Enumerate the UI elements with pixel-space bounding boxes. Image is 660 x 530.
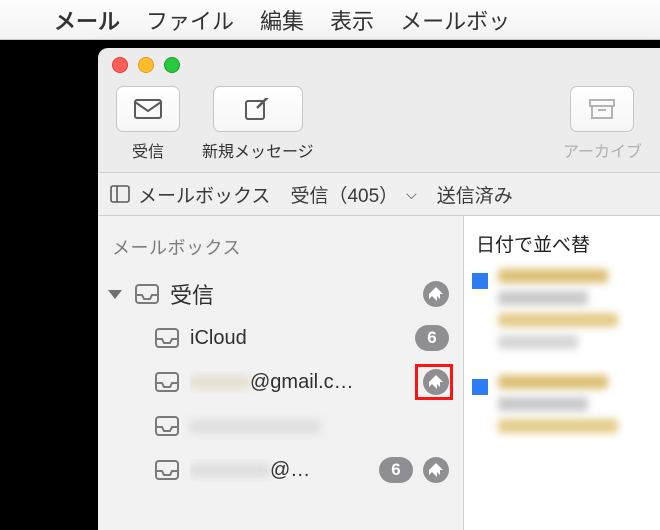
window-minimize-button[interactable]	[138, 57, 154, 73]
sidebar-item-label: xxxxxxxx@…	[190, 459, 369, 482]
sidebar-item-label: xxxxxx@gmail.c…	[190, 371, 413, 394]
inbox-icon	[154, 459, 180, 481]
sidebar-account-gmail[interactable]: xxxxxx@gmail.c…	[98, 360, 463, 404]
favbar-label: 受信（405）	[290, 181, 398, 208]
sidebar-account-icloud[interactable]: iCloud 6	[98, 316, 463, 360]
chevron-down-icon: ⌵	[406, 186, 417, 203]
toolbar-label: 受信	[132, 138, 164, 162]
compose-icon	[243, 98, 273, 120]
unread-dot-icon	[472, 273, 488, 289]
sidebar-item-label: iCloud	[190, 327, 405, 350]
window-close-button[interactable]	[112, 57, 128, 73]
message-row[interactable]	[472, 375, 660, 441]
inbox-icon	[154, 415, 180, 437]
favbar-label: メールボックス	[138, 181, 270, 208]
inbox-icon	[154, 371, 180, 393]
message-preview	[498, 375, 660, 441]
envelope-icon	[133, 98, 163, 120]
sidebar-toggle-icon	[110, 185, 130, 203]
message-list-pane: 日付で並べ替	[464, 216, 660, 530]
toolbar-label: アーカイブ	[563, 138, 642, 162]
toolbar: 受信 新規メッセージ アーカイブ	[98, 82, 660, 172]
toolbar-item-archive: アーカイブ	[563, 86, 642, 162]
sidebar-item-label: 受信	[170, 278, 413, 310]
favorites-bar: メールボックス 受信（405） ⌵ 送信済み	[98, 172, 660, 216]
menu-item-mailbox[interactable]: メールボッ	[400, 4, 510, 36]
disclosure-triangle-icon[interactable]	[108, 290, 122, 299]
favbar-mailboxes[interactable]: メールボックス	[110, 181, 270, 208]
annotation-highlight	[415, 364, 453, 400]
toolbar-label: 新規メッセージ	[202, 138, 314, 162]
toolbar-item-inbox: 受信	[116, 86, 180, 162]
favbar-label: 送信済み	[437, 181, 513, 208]
mail-window: 受信 新規メッセージ アーカイブ メールボックス 受信（4	[98, 48, 660, 530]
sidebar-account-3[interactable]: xxxxxxxxxxxxx	[98, 404, 463, 448]
sidebar-account-4[interactable]: xxxxxxxx@… 6	[98, 448, 463, 492]
window-titlebar	[98, 48, 660, 82]
activity-badge-icon	[423, 457, 449, 483]
archive-button[interactable]	[570, 86, 634, 132]
window-zoom-button[interactable]	[164, 57, 180, 73]
menu-item-edit[interactable]: 編集	[260, 4, 304, 36]
message-preview	[498, 269, 660, 357]
message-row[interactable]	[472, 269, 660, 357]
menu-item-app[interactable]: メール	[54, 4, 120, 36]
get-mail-button[interactable]	[116, 86, 180, 132]
menu-item-view[interactable]: 表示	[330, 4, 374, 36]
sidebar-inbox-row[interactable]: 受信	[98, 272, 463, 316]
sidebar-item-label: xxxxxxxxxxxxx	[190, 415, 449, 438]
favbar-inbox[interactable]: 受信（405） ⌵	[290, 181, 416, 208]
archive-icon	[587, 98, 617, 120]
favbar-sent[interactable]: 送信済み	[437, 181, 513, 208]
sidebar-section-title: メールボックス	[98, 224, 463, 272]
inbox-icon	[154, 327, 180, 349]
menu-item-file[interactable]: ファイル	[146, 4, 234, 36]
activity-badge-icon	[423, 281, 449, 307]
unread-count-badge: 6	[379, 457, 413, 483]
unread-dot-icon	[472, 379, 488, 395]
compose-button[interactable]	[213, 86, 303, 132]
window-body: メールボックス 受信 iCloud 6 xxxxxx@gmail.c…	[98, 216, 660, 530]
menu-bar: メール ファイル 編集 表示 メールボッ	[0, 0, 660, 40]
sort-header[interactable]: 日付で並べ替	[472, 226, 660, 269]
toolbar-item-compose: 新規メッセージ	[202, 86, 314, 162]
inbox-icon	[134, 283, 160, 305]
mailbox-sidebar: メールボックス 受信 iCloud 6 xxxxxx@gmail.c…	[98, 216, 464, 530]
unread-count-badge: 6	[415, 325, 449, 351]
